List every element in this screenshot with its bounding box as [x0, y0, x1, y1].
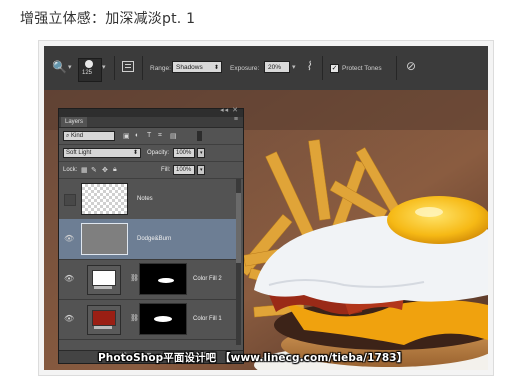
layer-color-fill-2[interactable]: 👁︎ ⛓︎ Color Fill 2 — [59, 259, 237, 300]
brush-tip-icon — [85, 60, 93, 68]
range-select-arrow-icon: ⬍ — [213, 65, 219, 71]
mask-thumbnail — [139, 303, 187, 335]
opacity-label: Opacity: — [147, 150, 170, 156]
blend-arrow-icon: ⬍ — [132, 150, 138, 156]
lock-transparent-icon[interactable]: ▦ — [81, 166, 88, 174]
filter-pixel-icon[interactable]: ▣ — [123, 132, 130, 140]
layers-list: Notes 👁︎ Dodge&Burn 👁︎ ⛓︎ Color Fill 2 👁… — [59, 179, 243, 353]
filter-kind-select[interactable]: ⌕ Kind — [63, 131, 115, 141]
mask-thumbnail — [139, 263, 187, 295]
brush-size-value: 125 — [82, 70, 93, 76]
range-label: Range: — [150, 65, 171, 72]
blend-row: Soft Light ⬍ Opacity: 100% ▾ — [59, 145, 243, 162]
exposure-input[interactable]: 20% — [264, 61, 290, 73]
burn-tool-icon[interactable]: 🔍 — [52, 60, 67, 74]
chevron-down-icon: ▾ — [200, 150, 203, 156]
range-select[interactable]: Shadows ⬍ — [172, 61, 222, 73]
layer-notes[interactable]: Notes — [59, 179, 237, 220]
blend-mode-select[interactable]: Soft Light ⬍ — [63, 148, 141, 158]
brush-dropdown-icon[interactable]: ▾ — [102, 63, 106, 71]
link-icon[interactable]: ⛓︎ — [130, 314, 139, 322]
fill-label: Fill: — [161, 167, 171, 173]
visibility-toggle[interactable] — [64, 194, 76, 206]
layer-color-fill-1[interactable]: 👁︎ ⛓︎ Color Fill 1 — [59, 299, 237, 340]
fill-slider-toggle[interactable]: ▾ — [197, 165, 205, 175]
filter-row: ⌕ Kind ▣ ◐ T ⌗ ▤ — [59, 128, 243, 145]
filter-adjustment-icon[interactable]: ◐ — [135, 132, 139, 139]
tab-layers[interactable]: Layers — [61, 117, 88, 127]
layer-name: Color Fill 1 — [193, 316, 222, 322]
eye-icon[interactable]: 👁︎ — [64, 234, 74, 244]
brush-preset-picker[interactable]: 125 — [78, 58, 102, 82]
panel-top-strip: ◂◂ ✕ — [59, 106, 243, 117]
layer-thumbnail — [81, 183, 128, 215]
layer-dodge-burn[interactable]: 👁︎ Dodge&Burn — [59, 219, 237, 260]
fill-thumbnail — [87, 305, 121, 335]
search-icon: ⌕ — [66, 133, 70, 139]
filter-shape-icon[interactable]: ⌗ — [158, 132, 162, 140]
lock-position-icon[interactable]: ✥ — [102, 166, 108, 174]
exposure-label: Exposure: — [230, 65, 260, 72]
layer-name: Color Fill 2 — [193, 276, 222, 282]
panel-tab-row: Layers ≡ — [59, 116, 243, 128]
tool-preset-dropdown-icon[interactable]: ▾ — [68, 63, 72, 71]
layers-panel: ◂◂ ✕ Layers ≡ ⌕ Kind ▣ ◐ T ⌗ ▤ Soft Ligh… — [58, 106, 244, 364]
layers-scrollbar[interactable] — [236, 179, 241, 345]
fill-thumbnail — [87, 265, 121, 295]
filter-smart-object-icon[interactable]: ▤ — [170, 132, 177, 140]
scrollbar-thumb[interactable] — [236, 193, 241, 263]
link-icon[interactable]: ⛓︎ — [130, 274, 139, 282]
opacity-input[interactable]: 100% — [173, 148, 195, 158]
opacity-slider-toggle[interactable]: ▾ — [197, 148, 205, 158]
eye-icon[interactable]: 👁︎ — [64, 274, 74, 284]
layer-name: Dodge&Burn — [137, 236, 172, 242]
blend-mode-value: Soft Light — [66, 150, 92, 156]
lock-all-icon[interactable]: 🔒︎ — [113, 166, 117, 174]
collapse-panel-icon[interactable]: ◂◂ ✕ — [220, 106, 239, 114]
opacity-value: 100% — [176, 150, 192, 156]
filter-toggle[interactable] — [197, 131, 202, 141]
tablet-pressure-icon[interactable]: ⊘ — [406, 59, 416, 73]
exposure-value: 20% — [268, 64, 282, 71]
fill-input[interactable]: 100% — [173, 165, 195, 175]
airbrush-icon[interactable]: ⌇ — [306, 59, 312, 73]
layer-thumbnail — [81, 223, 128, 255]
panel-menu-icon[interactable]: ≡ — [234, 116, 238, 123]
lock-row: Lock: ▦ ✎ ✥ 🔒︎ Fill: 100% ▾ — [59, 162, 243, 179]
lock-label: Lock: — [63, 167, 78, 173]
layer-name: Notes — [137, 196, 153, 202]
chevron-down-icon: ▾ — [200, 167, 203, 173]
fill-swatch — [92, 270, 116, 286]
options-bar: 🔍 ▾ 125 ▾ Range: Shadows ⬍ Exposure: 20%… — [44, 46, 488, 91]
fill-swatch — [92, 310, 116, 326]
protect-tones-label: Protect Tones — [342, 65, 382, 72]
photoshop-screenshot: 🔍 ▾ 125 ▾ Range: Shadows ⬍ Exposure: 20%… — [44, 46, 488, 370]
protect-tones-checkbox[interactable]: ✓ — [330, 64, 339, 73]
watermark-text: PhotoShop平面设计吧 【www.linecg.com/tieba/178… — [98, 352, 408, 364]
eye-icon[interactable]: 👁︎ — [64, 314, 74, 324]
range-select-value: Shadows — [176, 64, 203, 71]
lock-image-icon[interactable]: ✎ — [91, 166, 97, 174]
exposure-slider-dropdown-icon[interactable]: ▾ — [292, 63, 296, 71]
fill-value: 100% — [176, 167, 192, 173]
post-heading: 增强立体感：加深减淡pt. 1 — [20, 11, 196, 27]
filter-kind-value: Kind — [71, 133, 84, 139]
brush-panel-toggle-icon[interactable] — [122, 61, 134, 72]
filter-type-icon[interactable]: T — [147, 132, 151, 139]
